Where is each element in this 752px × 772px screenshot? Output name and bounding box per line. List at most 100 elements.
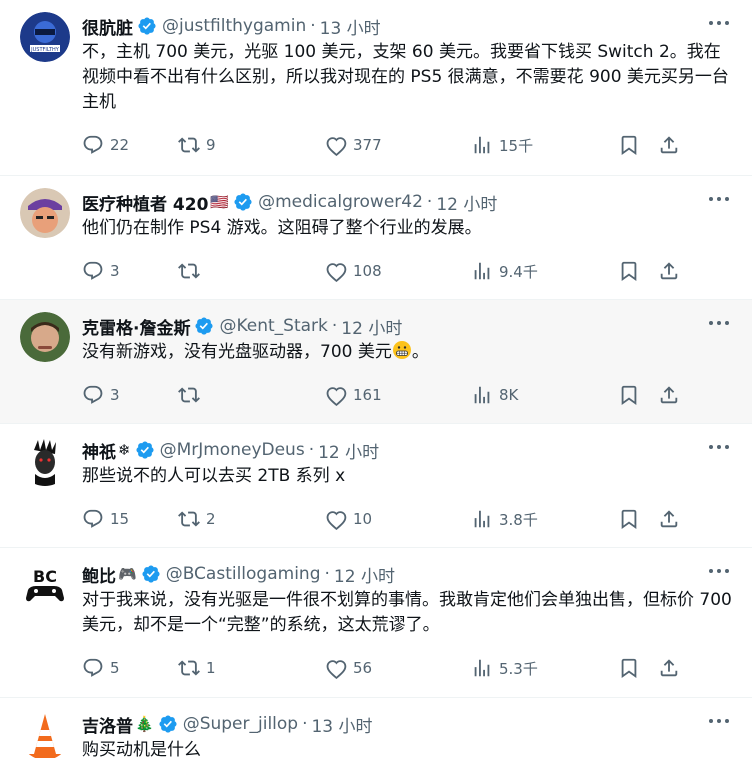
views-button[interactable]: 15千 [471,134,618,156]
more-icon[interactable] [708,566,730,576]
display-name[interactable]: 克雷格·詹金斯 [82,314,190,339]
tweet-text: 没有新游戏，没有光盘驱动器，700 美元 [82,342,392,362]
more-icon[interactable] [708,194,730,204]
action-bar: 3 161 8K [82,365,732,425]
separator-dot: · [310,16,316,36]
tweet[interactable]: 克雷格·詹金斯 @Kent_Stark · 12 小时 没有新游戏，没有光盘驱动… [0,300,752,424]
retweet-button[interactable]: 1 [178,657,325,679]
more-icon[interactable] [708,716,730,726]
tweet[interactable]: 医疗种植者 420 🇺🇸 @medicalgrower42 · 12 小时 他们… [0,176,752,300]
views-button[interactable]: 3.8千 [471,508,618,530]
views-count: 3.8千 [499,510,538,529]
reply-button[interactable]: 15 [82,508,178,530]
retweet-icon [178,511,200,527]
views-button[interactable]: 9.4千 [471,260,618,282]
bookmark-icon [621,385,637,406]
share-button[interactable] [658,384,680,406]
verified-badge-icon [195,317,214,335]
tweet-text: 那些说不的人可以去买 2TB 系列 x [82,466,346,486]
retweet-button[interactable] [178,384,325,406]
reply-button[interactable]: 22 [82,134,178,156]
like-count: 377 [353,136,382,154]
separator-dot: · [331,316,338,336]
action-bar: 15 2 10 3.8千 [82,489,732,549]
bookmark-button[interactable] [618,260,640,282]
separator-dot: · [426,192,433,212]
reply-icon [83,509,103,528]
views-button[interactable]: 8K [471,384,618,406]
like-button[interactable]: 108 [325,260,471,282]
more-icon[interactable] [708,442,730,452]
gamepad-emoji: 🎮 [118,565,137,583]
tweet[interactable]: 神祇 ❄ @MrJmoneyDeus · 12 小时 那些说不的人可以去买 2T… [0,424,752,548]
verified-badge-icon [159,715,177,733]
like-count: 161 [353,386,382,404]
retweet-button[interactable] [178,260,325,282]
verified-badge-icon [234,193,252,211]
bookmark-button[interactable] [618,657,640,679]
reply-count: 22 [110,136,130,154]
like-button[interactable]: 56 [325,657,471,679]
tweet[interactable]: 吉洛普 🎄 @Super_jillop · 13 小时 购买动机是什么 [0,698,752,772]
more-icon[interactable] [708,318,730,328]
share-button[interactable] [658,508,680,530]
reply-button[interactable]: 3 [82,384,178,406]
timestamp[interactable]: 12 小时 [334,562,395,587]
more-icon[interactable] [708,18,730,28]
bookmark-icon [621,135,637,156]
svg-text:JUSTFILTHY: JUSTFILTHY [30,47,60,53]
handle[interactable]: @medicalgrower42 [258,192,423,212]
share-button[interactable] [658,657,680,679]
handle[interactable]: @Kent_Stark [219,316,327,336]
tweet-text: 对于我来说，没有光驱是一件很不划算的事情。我敢肯定他们会单独出售，但标价 700… [82,590,732,635]
share-button[interactable] [658,260,680,282]
bookmark-icon [621,658,637,679]
separator-dot: · [324,564,330,584]
avatar[interactable] [20,710,70,760]
like-icon [326,387,347,406]
like-icon [326,263,347,282]
tweet[interactable]: JUSTFILTHY 很肮脏 @justfilthygamin · 13 小时 … [0,0,752,176]
avatar[interactable] [20,436,70,486]
share-icon [660,136,678,154]
reply-icon [83,135,103,154]
reply-button[interactable]: 5 [82,657,178,679]
timestamp[interactable]: 12 小时 [436,190,497,215]
handle[interactable]: @MrJmoneyDeus [160,440,305,460]
timestamp[interactable]: 13 小时 [320,14,381,39]
bookmark-button[interactable] [618,508,640,530]
verified-badge-icon [142,565,160,583]
like-button[interactable]: 377 [325,134,471,156]
share-icon [660,386,678,404]
share-icon [660,510,678,528]
share-button[interactable] [658,134,680,156]
retweet-button[interactable]: 9 [178,134,325,156]
timestamp[interactable]: 12 小时 [318,438,379,463]
handle[interactable]: @Super_jillop [183,714,298,734]
retweet-icon [178,387,200,403]
bookmark-button[interactable] [618,134,640,156]
tweet[interactable]: BC 鲍比 🎮 @BCastillogaming · 12 小时 对于我来说，没… [0,548,752,698]
like-button[interactable]: 161 [325,384,471,406]
handle[interactable]: @justfilthygamin [162,16,306,36]
like-button[interactable]: 10 [325,508,471,530]
reply-button[interactable]: 3 [82,260,178,282]
like-icon [326,511,347,530]
avatar[interactable]: BC [20,560,70,610]
avatar[interactable]: JUSTFILTHY [20,12,70,62]
display-name[interactable]: 神祇 [82,438,116,463]
reply-count: 15 [110,510,130,528]
display-name[interactable]: 吉洛普 [82,712,133,737]
views-button[interactable]: 5.3千 [471,657,618,679]
bookmark-button[interactable] [618,384,640,406]
bookmark-icon [621,261,637,282]
display-name[interactable]: 很肮脏 [82,14,133,39]
avatar[interactable] [20,312,70,362]
handle[interactable]: @BCastillogaming [166,564,321,584]
display-name[interactable]: 鲍比 [82,562,116,587]
timestamp[interactable]: 12 小时 [341,314,402,339]
retweet-button[interactable]: 2 [178,508,325,530]
display-name[interactable]: 医疗种植者 420 [82,190,208,215]
timestamp[interactable]: 13 小时 [311,712,372,737]
avatar[interactable] [20,188,70,238]
